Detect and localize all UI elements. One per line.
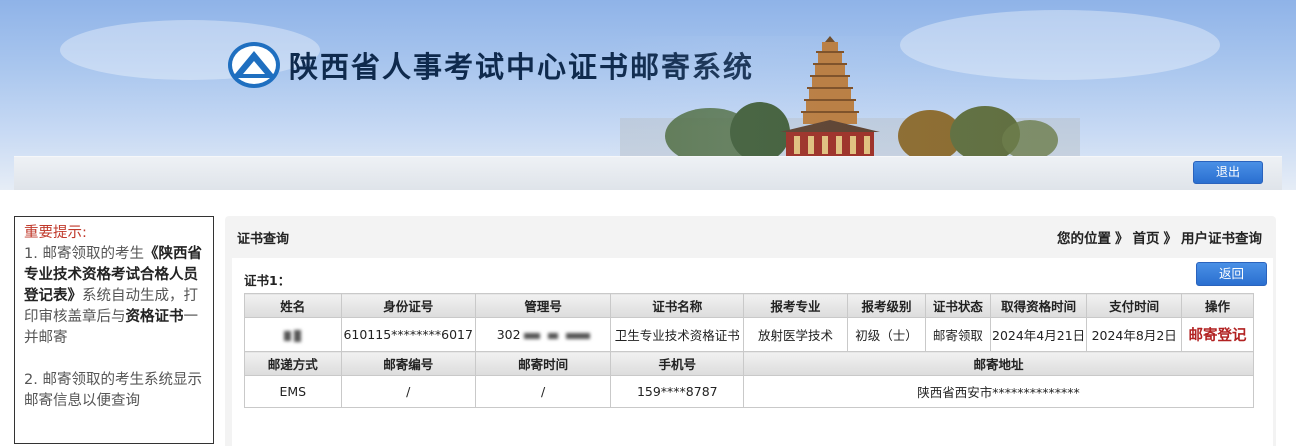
redacted-block <box>565 332 590 339</box>
notice-title: 重要提示: <box>24 225 87 241</box>
certificate-label: 证书1： <box>244 273 291 288</box>
panel-title: 证书查询 <box>237 232 290 247</box>
redacted-block <box>294 329 302 342</box>
panel-header: 证书查询 您的位置》首页》用户证书查询 <box>225 216 1276 256</box>
breadcrumb-prefix: 您的位置 <box>1057 231 1111 247</box>
notice-item-2: 2. 邮寄领取的考生系统显示邮寄信息以便查询 <box>24 372 202 409</box>
header-mail-time: 邮寄时间 <box>474 351 612 376</box>
header-id-number: 身份证号 <box>340 293 476 318</box>
header-mail-address: 邮寄地址 <box>743 351 1254 376</box>
table-row: 610115********6017 302 卫生专业技术资格证书 放射医学技术… <box>244 317 1255 352</box>
cell-major: 放射医学技术 <box>743 317 848 352</box>
cell-name <box>244 317 342 352</box>
notice-item-1-prefix: 1. 邮寄领取的考生 <box>24 246 144 262</box>
cell-cert-name: 卫生专业技术资格证书 <box>610 317 745 352</box>
header-action: 操作 <box>1180 293 1255 318</box>
cell-pay-date: 2024年8月2日 <box>1086 317 1182 352</box>
header-pay-date: 支付时间 <box>1086 293 1182 318</box>
breadcrumb: 您的位置》首页》用户证书查询 <box>1057 227 1262 247</box>
cell-action: 邮寄登记 <box>1180 317 1255 352</box>
logout-button[interactable]: 退出 <box>1193 161 1263 184</box>
cell-level: 初级（士） <box>846 317 927 352</box>
breadcrumb-home-link[interactable]: 首页 <box>1133 231 1160 247</box>
certificate-query-panel: 证书查询 您的位置》首页》用户证书查询 证书1： 返回 姓名 身份证号 管理号 … <box>225 216 1276 446</box>
header-level: 报考级别 <box>846 293 927 318</box>
pagoda-scenery-illustration <box>600 36 1100 158</box>
breadcrumb-current: 用户证书查询 <box>1181 231 1262 247</box>
header-name: 姓名 <box>244 293 342 318</box>
redacted-block <box>284 330 292 341</box>
cell-mail-method: EMS <box>244 375 342 408</box>
header-mgmt-number: 管理号 <box>474 293 612 318</box>
top-nav-bar <box>14 156 1282 190</box>
mail-register-link[interactable]: 邮寄登记 <box>1188 328 1246 344</box>
cell-mgmt-number: 302 <box>474 317 612 352</box>
cell-status: 邮寄领取 <box>925 317 991 352</box>
header-mail-number: 邮寄编号 <box>340 351 476 376</box>
cell-mail-address: 陕西省西安市************** <box>743 375 1254 408</box>
header-cert-name: 证书名称 <box>610 293 745 318</box>
table-row: EMS / / 159****8787 陕西省西安市************** <box>244 375 1254 408</box>
cell-phone: 159****8787 <box>610 375 745 408</box>
header-qualified-date: 取得资格时间 <box>989 293 1088 318</box>
cell-qualified-date: 2024年4月21日 <box>989 317 1088 352</box>
mail-header-row: 邮递方式 邮寄编号 邮寄时间 手机号 邮寄地址 <box>244 351 1254 376</box>
header-status: 证书状态 <box>925 293 991 318</box>
important-notice-box: 重要提示: 1. 邮寄领取的考生《陕西省专业技术资格考试合格人员登记表》系统自动… <box>14 216 214 444</box>
cell-mail-number: / <box>340 375 476 408</box>
header-phone: 手机号 <box>610 351 745 376</box>
panel-body: 证书1： 返回 姓名 身份证号 管理号 证书名称 报考专业 报考级别 证书状态 … <box>232 258 1273 446</box>
header-major: 报考专业 <box>743 293 848 318</box>
notice-item-1: 1. 邮寄领取的考生《陕西省专业技术资格考试合格人员登记表》系统自动生成，打印审… <box>24 244 205 349</box>
breadcrumb-separator: 》 <box>1115 231 1129 247</box>
back-button[interactable]: 返回 <box>1196 262 1267 286</box>
certificate-header-row: 姓名 身份证号 管理号 证书名称 报考专业 报考级别 证书状态 取得资格时间 支… <box>244 293 1255 318</box>
redacted-block <box>547 332 558 339</box>
certificate-table: 姓名 身份证号 管理号 证书名称 报考专业 报考级别 证书状态 取得资格时间 支… <box>244 293 1255 408</box>
notice-cert-name: 资格证书 <box>125 309 184 325</box>
cell-mail-time: / <box>474 375 612 408</box>
cell-id-number: 610115********6017 <box>340 317 476 352</box>
redacted-block <box>523 332 540 339</box>
site-logo-icon <box>228 42 280 88</box>
breadcrumb-separator: 》 <box>1163 231 1178 247</box>
mgmt-number-value: 302 <box>496 327 521 342</box>
header-mail-method: 邮递方式 <box>244 351 342 376</box>
